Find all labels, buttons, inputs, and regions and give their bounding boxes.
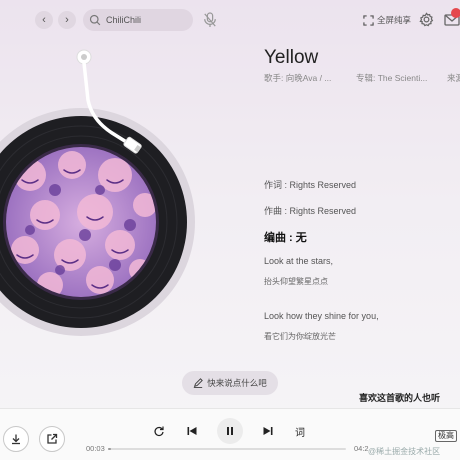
loop-button[interactable] [152, 424, 166, 438]
lyric-line[interactable]: 作词 : Rights Reserved [264, 178, 356, 191]
share-icon [47, 433, 58, 444]
fullscreen-button[interactable]: 全屏纯享 [363, 12, 411, 28]
pause-icon [227, 427, 233, 435]
back-button[interactable]: ‹ [35, 11, 53, 29]
notification-badge [451, 8, 460, 18]
pencil-icon [194, 378, 204, 388]
lyric-translation[interactable]: 看它们为你绽放光芒 [264, 331, 336, 342]
repeat-icon [154, 426, 164, 437]
fullscreen-icon [363, 14, 374, 26]
similar-listeners-heading: 喜欢这首歌的人也听 [359, 393, 441, 403]
skip-next-icon [263, 427, 273, 435]
download-icon [12, 434, 20, 445]
top-bar: ‹ › 全屏纯享 [0, 0, 460, 40]
comment-label: 快来说点什么吧 [207, 378, 267, 388]
microphone-icon[interactable] [203, 12, 217, 28]
download-button[interactable] [3, 426, 29, 452]
song-title: Yellow [264, 47, 319, 68]
next-button[interactable] [261, 424, 275, 438]
singer-link[interactable]: 歌手: 向晚Ava / ... [264, 72, 331, 84]
search-icon [89, 14, 101, 26]
chevron-right-icon: › [65, 14, 69, 26]
chevron-left-icon: ‹ [42, 14, 46, 26]
pause-button[interactable] [217, 418, 243, 444]
skip-previous-icon [187, 427, 197, 435]
lyric-line[interactable]: 作曲 : Rights Reserved [264, 204, 356, 217]
lyric-translation[interactable]: 抬头仰望繁星点点 [264, 276, 328, 287]
quality-button[interactable]: 极高 [435, 430, 457, 442]
source-link[interactable]: 来源 [447, 72, 460, 84]
comment-button[interactable]: 快来说点什么吧 [182, 371, 278, 395]
share-button[interactable] [39, 426, 65, 452]
lyric-line-active[interactable]: 编曲 : 无 [264, 229, 307, 245]
current-time: 00:03 [86, 444, 105, 453]
search-input[interactable] [106, 15, 186, 25]
gear-icon[interactable] [419, 12, 434, 27]
turntable [0, 49, 195, 336]
fullscreen-label: 全屏纯享 [377, 15, 412, 25]
duration: 04:2 [354, 444, 369, 453]
forward-button[interactable]: › [58, 11, 76, 29]
previous-button[interactable] [185, 424, 199, 438]
progress-fill [108, 448, 111, 450]
lyric-toggle-button[interactable]: 词 [295, 424, 305, 439]
search-box[interactable] [83, 9, 193, 31]
lyric-line[interactable]: Look at the stars, [264, 256, 333, 266]
album-link[interactable]: 专辑: The Scienti... [356, 72, 427, 84]
progress-bar[interactable] [108, 448, 346, 450]
lyric-line[interactable]: Look how they shine for you, [264, 311, 379, 321]
watermark: @稀土掘金技术社区 [368, 447, 441, 456]
